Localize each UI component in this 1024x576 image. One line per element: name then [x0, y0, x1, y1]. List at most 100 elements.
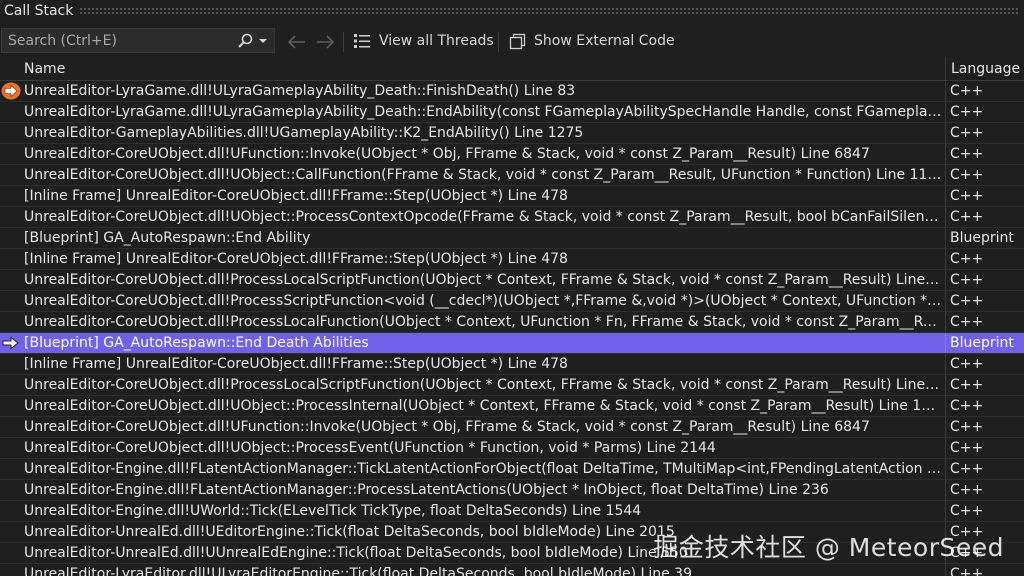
- frame-name: UnrealEditor-Engine.dll!FLatentActionMan…: [24, 482, 829, 498]
- call-stack-frame-row[interactable]: UnrealEditor-LyraEditor.dll!ULyraEditorE…: [0, 564, 1024, 576]
- call-stack-frame-row[interactable]: [Inline Frame] UnrealEditor-CoreUObject.…: [0, 186, 1024, 207]
- frame-name: UnrealEditor-LyraEditor.dll!ULyraEditorE…: [24, 566, 692, 576]
- frame-language: C++: [945, 480, 1024, 500]
- frame-name: [Blueprint] GA_AutoRespawn::End Death Ab…: [24, 335, 369, 351]
- call-stack-frame-row[interactable]: UnrealEditor-CoreUObject.dll!UFunction::…: [0, 417, 1024, 438]
- window-titlebar: Call Stack: [0, 0, 1024, 22]
- row-gutter: [0, 354, 22, 374]
- frame-language: Blueprint: [945, 333, 1024, 353]
- selected-frame-arrow-icon: [0, 333, 22, 353]
- row-gutter: [0, 375, 22, 395]
- row-gutter: [0, 123, 22, 143]
- watermark: 掘金技术社区 @ MeteorSeed: [653, 533, 1004, 562]
- call-stack-frame-row[interactable]: UnrealEditor-CoreUObject.dll!UFunction::…: [0, 144, 1024, 165]
- toolbar-separator: [498, 32, 499, 52]
- column-header-language[interactable]: Language: [945, 57, 1024, 81]
- frame-language: C++: [945, 102, 1024, 122]
- show-external-code-button[interactable]: Show External Code: [509, 29, 675, 53]
- frame-language: C++: [945, 375, 1024, 395]
- row-gutter: [0, 228, 22, 248]
- frame-name: UnrealEditor-CoreUObject.dll!UObject::Ca…: [24, 167, 942, 183]
- frame-language: Blueprint: [945, 228, 1024, 248]
- call-stack-frame-row[interactable]: [Inline Frame] UnrealEditor-CoreUObject.…: [0, 354, 1024, 375]
- column-header-name[interactable]: Name: [24, 57, 944, 81]
- call-stack-frame-row[interactable]: [Blueprint] GA_AutoRespawn::End Ability B…: [0, 228, 1024, 249]
- row-gutter: [0, 417, 22, 437]
- call-stack-frame-row[interactable]: [Blueprint] GA_AutoRespawn::End Death Ab…: [0, 333, 1024, 354]
- frame-name: UnrealEditor-CoreUObject.dll!ProcessScri…: [24, 293, 942, 309]
- call-stack-frame-row[interactable]: [Inline Frame] UnrealEditor-CoreUObject.…: [0, 249, 1024, 270]
- frame-language: C++: [945, 396, 1024, 416]
- grid-header: Name Language: [0, 57, 1024, 81]
- call-stack-frame-row[interactable]: UnrealEditor-CoreUObject.dll!UObject::Pr…: [0, 396, 1024, 417]
- row-gutter: [0, 480, 22, 500]
- frame-name: [Inline Frame] UnrealEditor-CoreUObject.…: [24, 356, 568, 372]
- view-all-threads-label: View all Threads: [379, 33, 494, 49]
- search-input[interactable]: [2, 32, 234, 49]
- row-gutter: [0, 501, 22, 521]
- frame-language: C++: [945, 438, 1024, 458]
- call-stack-frame-row[interactable]: UnrealEditor-GameplayAbilities.dll!UGame…: [0, 123, 1024, 144]
- show-external-code-label: Show External Code: [534, 33, 675, 49]
- call-stack-frame-row[interactable]: UnrealEditor-LyraGame.dll!ULyraGameplayA…: [0, 102, 1024, 123]
- frame-language: C++: [945, 417, 1024, 437]
- frame-name: [Inline Frame] UnrealEditor-CoreUObject.…: [24, 251, 568, 267]
- call-stack-frame-row[interactable]: UnrealEditor-CoreUObject.dll!ProcessLoca…: [0, 375, 1024, 396]
- frame-language: C++: [945, 249, 1024, 269]
- frame-language: C++: [945, 501, 1024, 521]
- window-title: Call Stack: [4, 3, 74, 19]
- frame-name: UnrealEditor-LyraGame.dll!ULyraGameplayA…: [24, 104, 942, 120]
- row-gutter: [0, 270, 22, 290]
- frame-language: C++: [945, 291, 1024, 311]
- back-arrow-icon[interactable]: [288, 33, 306, 51]
- row-gutter: [0, 312, 22, 332]
- frame-name: UnrealEditor-CoreUObject.dll!UObject::Pr…: [24, 398, 942, 414]
- frame-name: [Blueprint] GA_AutoRespawn::End Ability: [24, 230, 311, 246]
- call-stack-frame-row[interactable]: UnrealEditor-CoreUObject.dll!ProcessScri…: [0, 291, 1024, 312]
- row-gutter: [0, 522, 22, 542]
- row-gutter: [0, 186, 22, 206]
- call-stack-frame-row[interactable]: UnrealEditor-Engine.dll!FLatentActionMan…: [0, 459, 1024, 480]
- search-box[interactable]: [1, 28, 275, 53]
- row-gutter: [0, 459, 22, 479]
- frame-name: UnrealEditor-CoreUObject.dll!ProcessLoca…: [24, 377, 942, 393]
- frame-name: UnrealEditor-Engine.dll!UWorld::Tick(ELe…: [24, 503, 642, 519]
- row-gutter: [0, 165, 22, 185]
- view-all-threads-button[interactable]: View all Threads: [353, 29, 494, 53]
- call-stack-frame-row[interactable]: UnrealEditor-CoreUObject.dll!UObject::Ca…: [0, 165, 1024, 186]
- frame-language: C++: [945, 144, 1024, 164]
- call-stack-frame-row[interactable]: UnrealEditor-CoreUObject.dll!UObject::Pr…: [0, 438, 1024, 459]
- call-stack-frame-row[interactable]: UnrealEditor-CoreUObject.dll!ProcessLoca…: [0, 312, 1024, 333]
- call-stack-rows: UnrealEditor-LyraGame.dll!ULyraGameplayA…: [0, 81, 1024, 576]
- forward-arrow-icon[interactable]: [316, 33, 334, 51]
- search-options-chevron-down-icon[interactable]: [256, 30, 270, 52]
- titlebar-grip[interactable]: [79, 7, 1018, 15]
- frame-language: C++: [945, 81, 1024, 101]
- frame-language: C++: [945, 123, 1024, 143]
- call-stack-frame-row[interactable]: UnrealEditor-LyraGame.dll!ULyraGameplayA…: [0, 81, 1024, 102]
- frame-language: C++: [945, 459, 1024, 479]
- external-code-icon: [509, 33, 526, 49]
- frame-name: [Inline Frame] UnrealEditor-CoreUObject.…: [24, 188, 568, 204]
- row-gutter: [0, 249, 22, 269]
- call-stack-frame-row[interactable]: UnrealEditor-Engine.dll!FLatentActionMan…: [0, 480, 1024, 501]
- threads-icon: [354, 34, 370, 48]
- row-gutter: [0, 144, 22, 164]
- search-icon[interactable]: [234, 30, 256, 52]
- row-gutter: [0, 291, 22, 311]
- row-gutter: [0, 396, 22, 416]
- frame-name: UnrealEditor-CoreUObject.dll!UFunction::…: [24, 146, 870, 162]
- row-gutter: [0, 102, 22, 122]
- call-stack-frame-row[interactable]: UnrealEditor-CoreUObject.dll!UObject::Pr…: [0, 207, 1024, 228]
- frame-language: C++: [945, 207, 1024, 227]
- toolbar-separator: [343, 32, 344, 52]
- frame-language: C++: [945, 354, 1024, 374]
- frame-name: UnrealEditor-GameplayAbilities.dll!UGame…: [24, 125, 584, 141]
- call-stack-frame-row[interactable]: UnrealEditor-Engine.dll!UWorld::Tick(ELe…: [0, 501, 1024, 522]
- frame-language: C++: [945, 186, 1024, 206]
- call-stack-frame-row[interactable]: UnrealEditor-CoreUObject.dll!ProcessLoca…: [0, 270, 1024, 291]
- frame-language: C++: [945, 564, 1024, 576]
- frame-name: UnrealEditor-Engine.dll!FLatentActionMan…: [24, 461, 942, 477]
- row-gutter: [0, 564, 22, 576]
- current-frame-arrow-icon: [0, 81, 22, 101]
